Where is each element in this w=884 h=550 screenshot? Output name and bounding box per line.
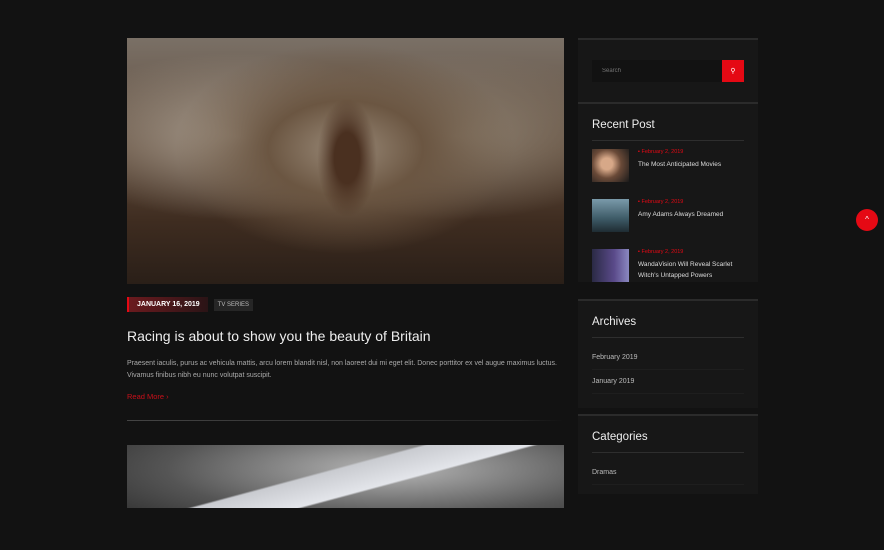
widget-title: Archives (592, 301, 744, 338)
archives-widget: Archives February 2019 January 2019 (578, 299, 758, 408)
category-link[interactable]: Dramas (592, 461, 744, 485)
recent-post-item[interactable]: ▪ February 2, 2019 The Most Anticipated … (592, 149, 744, 182)
divider (127, 420, 564, 421)
post-title[interactable]: Amy Adams Always Dreamed (638, 209, 723, 220)
widget-title: Recent Post (592, 104, 744, 141)
widget-title: Categories (592, 416, 744, 453)
post-category-tag[interactable]: TV SERIES (213, 298, 253, 311)
scroll-to-top-button[interactable]: ^ (856, 209, 878, 231)
post-date: ▪ February 2, 2019 (638, 149, 684, 155)
image-figure (317, 98, 377, 218)
post-title[interactable]: The Most Anticipated Movies (638, 159, 721, 170)
categories-widget: Categories Dramas (578, 414, 758, 494)
recent-post-widget: Recent Post ▪ February 2, 2019 The Most … (578, 102, 758, 282)
post-thumbnail[interactable] (592, 199, 629, 232)
post-featured-image[interactable] (127, 38, 564, 284)
post-title[interactable]: WandaVision Will Reveal Scarlet Witch's … (638, 259, 744, 281)
read-more-link[interactable]: Read More › (127, 392, 169, 401)
post-title[interactable]: Racing is about to show you the beauty o… (127, 328, 564, 344)
recent-post-item[interactable]: ▪ February 2, 2019 WandaVision Will Reve… (592, 249, 744, 282)
archive-link[interactable]: January 2019 (592, 370, 744, 394)
sidebar: ⚲ Recent Post ▪ February 2, 2019 The Mos… (578, 38, 758, 494)
post-date: ▪ February 2, 2019 (638, 249, 684, 255)
recent-post-item[interactable]: ▪ February 2, 2019 Amy Adams Always Drea… (592, 199, 744, 232)
post-excerpt: Praesent iaculis, purus ac vehicula matt… (127, 360, 557, 379)
arrow-up-icon: ^ (865, 215, 869, 224)
search-button[interactable]: ⚲ (722, 60, 744, 82)
post-list: JANUARY 16, 2019 TV SERIES Racing is abo… (127, 38, 564, 508)
post-thumbnail[interactable] (592, 149, 629, 182)
post-date: JANUARY 16, 2019 (127, 297, 208, 312)
post-date: ▪ February 2, 2019 (638, 199, 684, 205)
archive-link[interactable]: February 2019 (592, 346, 744, 370)
second-post-image[interactable] (127, 445, 564, 508)
search-widget: ⚲ (578, 38, 758, 102)
search-icon: ⚲ (730, 68, 736, 75)
search-input[interactable] (592, 60, 722, 82)
post-thumbnail[interactable] (592, 249, 629, 282)
